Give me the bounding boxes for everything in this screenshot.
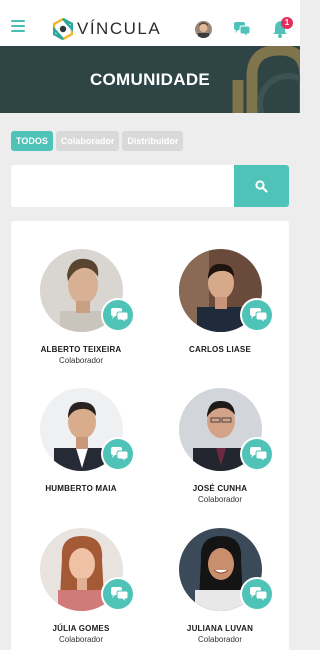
page-banner: COMUNIDADE bbox=[0, 46, 300, 113]
brand-logo[interactable]: VÍNCULA bbox=[53, 17, 161, 41]
filter-distribuidor[interactable]: Distribuidor bbox=[122, 131, 184, 151]
member-list: ALBERTO TEIXEIRA Colaborador CARLOS LIAS… bbox=[11, 221, 289, 650]
member-card[interactable]: JOSÉ CUNHA Colaborador bbox=[160, 388, 280, 504]
member-role: Colaborador bbox=[197, 635, 243, 644]
message-member-button[interactable] bbox=[240, 577, 274, 611]
chat-bubbles-icon bbox=[111, 308, 129, 323]
member-card[interactable]: JULIANA LUVAN Colaborador bbox=[160, 528, 280, 644]
message-member-button[interactable] bbox=[240, 298, 274, 332]
member-card[interactable]: ALBERTO TEIXEIRA Colaborador bbox=[21, 249, 141, 365]
chat-bubbles-icon bbox=[250, 447, 268, 462]
message-member-button[interactable] bbox=[101, 577, 135, 611]
member-name: ALBERTO TEIXEIRA bbox=[40, 345, 122, 354]
chat-bubbles-icon bbox=[250, 587, 268, 602]
member-role: Colaborador bbox=[197, 495, 243, 504]
messages-icon[interactable] bbox=[233, 22, 251, 38]
search-icon bbox=[255, 180, 268, 193]
member-name: CARLOS LIASE bbox=[189, 345, 251, 354]
member-role: Colaborador bbox=[58, 356, 104, 365]
member-name: HUMBERTO MAIA bbox=[45, 484, 117, 493]
chat-bubbles-icon bbox=[250, 308, 268, 323]
message-member-button[interactable] bbox=[101, 437, 135, 471]
member-card[interactable]: HUMBERTO MAIA bbox=[21, 388, 141, 495]
filter-chips: TODOS Colaborador Distribuidor bbox=[11, 131, 184, 151]
menu-icon[interactable] bbox=[11, 20, 25, 32]
member-name: JÚLIA GOMES bbox=[52, 624, 110, 633]
member-name: JULIANA LUVAN bbox=[186, 624, 254, 633]
search-input[interactable] bbox=[11, 165, 234, 207]
member-role: Colaborador bbox=[58, 635, 104, 644]
top-app-bar: VÍNCULA 1 bbox=[0, 0, 300, 46]
message-member-button[interactable] bbox=[240, 437, 274, 471]
message-member-button[interactable] bbox=[101, 298, 135, 332]
member-card[interactable]: CARLOS LIASE bbox=[160, 249, 280, 356]
brand-name: VÍNCULA bbox=[77, 19, 162, 38]
chat-bubbles-icon bbox=[111, 447, 129, 462]
member-card[interactable]: JÚLIA GOMES Colaborador bbox=[21, 528, 141, 644]
user-avatar[interactable] bbox=[195, 21, 212, 38]
vincula-logo-icon bbox=[53, 18, 73, 40]
notification-badge: 1 bbox=[281, 17, 293, 29]
chat-bubbles-icon bbox=[111, 587, 129, 602]
member-name: JOSÉ CUNHA bbox=[192, 484, 248, 493]
filter-todos[interactable]: TODOS bbox=[11, 131, 53, 151]
filter-colaborador[interactable]: Colaborador bbox=[55, 131, 120, 151]
page-title: COMUNIDADE bbox=[89, 70, 211, 89]
search-button[interactable] bbox=[234, 165, 289, 207]
user-photo bbox=[195, 21, 212, 38]
